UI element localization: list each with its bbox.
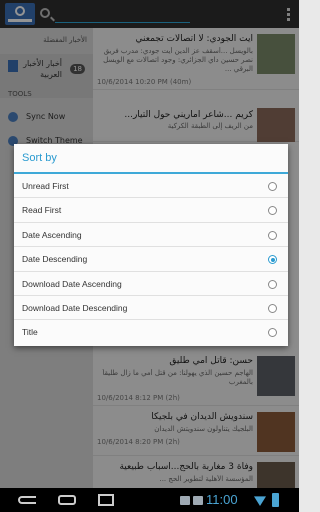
notification-icon <box>180 496 190 505</box>
option-label: Date Ascending <box>22 229 82 240</box>
radio-button[interactable] <box>268 279 277 289</box>
sort-option-unread-first[interactable]: Unread First <box>14 174 288 199</box>
back-icon[interactable] <box>18 496 36 504</box>
sort-option-date-ascending[interactable]: Date Ascending <box>14 223 288 248</box>
radio-button-selected[interactable] <box>268 255 277 265</box>
option-label: Download Date Descending <box>22 303 128 313</box>
notification-icon <box>193 496 203 505</box>
sort-option-title[interactable]: Title <box>14 320 288 344</box>
dialog-title: Sort by <box>22 152 57 164</box>
option-label: Download Date Ascending <box>22 278 122 289</box>
wifi-icon <box>254 496 266 506</box>
recent-apps-icon[interactable] <box>98 494 114 506</box>
sort-option-download-date-ascending[interactable]: Download Date Ascending <box>14 272 288 296</box>
radio-button[interactable] <box>268 206 277 216</box>
home-icon[interactable] <box>58 495 76 505</box>
sort-option-date-descending[interactable]: Date Descending <box>14 247 288 272</box>
radio-button[interactable] <box>268 182 277 191</box>
sort-option-read-first[interactable]: Read First <box>14 198 288 223</box>
option-label: Date Descending <box>22 254 88 265</box>
clock: 11:00 <box>206 492 238 507</box>
option-label: Unread First <box>22 181 69 191</box>
option-label: Read First <box>22 205 62 216</box>
sort-dialog: Sort by Unread First Read First Date Asc… <box>14 144 288 346</box>
option-label: Title <box>22 327 38 338</box>
sort-option-download-date-descending[interactable]: Download Date Descending <box>14 296 288 321</box>
radio-button[interactable] <box>268 304 277 313</box>
system-bar: 11:00 <box>0 488 299 512</box>
radio-button[interactable] <box>268 230 277 240</box>
battery-icon <box>272 493 279 507</box>
radio-button[interactable] <box>268 328 277 338</box>
